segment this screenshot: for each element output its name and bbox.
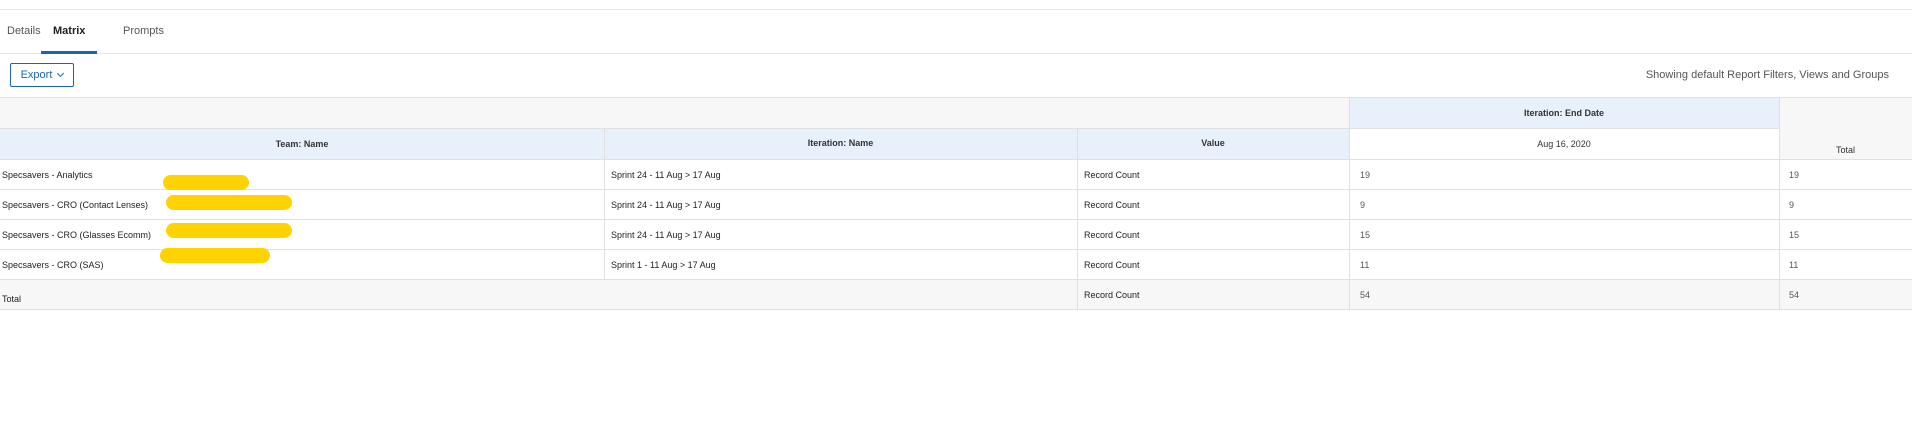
team-name-cell: Specsavers - CRO (Glasses Ecomm) — [2, 230, 152, 240]
row-total-cell: 11 — [1789, 260, 1799, 270]
redaction-scribble — [163, 175, 249, 190]
tab-bar: Details Matrix Prompts — [0, 10, 1912, 54]
iteration-name-cell: Sprint 1 - 11 Aug > 17 Aug — [611, 260, 716, 270]
iteration-name-cell: Sprint 24 - 11 Aug > 17 Aug — [611, 170, 721, 180]
tab-prompts[interactable]: Prompts — [123, 10, 164, 53]
iteration-name-cell: Sprint 24 - 11 Aug > 17 Aug — [611, 230, 721, 240]
chevron-down-icon — [57, 69, 65, 78]
date-value-cell[interactable]: 15 — [1360, 230, 1370, 240]
row-total-cell: 9 — [1789, 200, 1795, 210]
redaction-scribble — [166, 195, 292, 210]
date-value-cell[interactable]: 19 — [1360, 170, 1370, 180]
grid-line — [0, 219, 1912, 220]
grid-line — [604, 128, 605, 279]
grid-line — [0, 159, 1912, 160]
row-total-cell: 15 — [1789, 230, 1800, 240]
value-header[interactable]: Value — [1077, 138, 1349, 148]
value-cell: Record Count — [1084, 260, 1140, 270]
grid-line — [0, 249, 1912, 250]
grid-line — [0, 97, 1912, 98]
grid-line — [1349, 97, 1350, 309]
value-cell: Record Count — [1084, 170, 1140, 180]
team-name-cell: Specsavers - CRO (Contact Lenses) — [2, 200, 149, 210]
tab-details[interactable]: Details — [7, 10, 41, 53]
total-row-bg — [0, 279, 1912, 309]
grid-line — [0, 189, 1912, 190]
grid-line — [0, 309, 1912, 310]
date-value-cell[interactable]: 9 — [1360, 200, 1365, 210]
redaction-scribble — [160, 248, 270, 263]
iteration-end-date-header: Iteration: End Date — [1523, 108, 1604, 118]
date-column-header[interactable]: Aug 16, 2020 — [1349, 139, 1779, 149]
redaction-scribble — [166, 223, 292, 238]
grid-line — [1077, 128, 1078, 309]
team-name-cell: Specsavers - CRO (SAS) — [2, 260, 104, 270]
tab-matrix-label: Matrix — [53, 25, 86, 37]
grid-line — [0, 128, 1779, 129]
value-cell: Record Count — [1084, 230, 1140, 240]
total-row-label: Total — [2, 294, 22, 304]
grand-total-cell: 54 — [1789, 290, 1800, 300]
total-value-cell: Record Count — [1084, 290, 1140, 300]
date-value-cell[interactable]: 11 — [1360, 260, 1369, 270]
tab-matrix[interactable]: Matrix — [41, 10, 98, 54]
iteration-name-cell: Sprint 24 - 11 Aug > 17 Aug — [611, 200, 721, 210]
total-column-header[interactable]: Total — [1779, 145, 1912, 155]
export-button[interactable]: Export — [10, 63, 74, 87]
team-name-cell: Specsavers - Analytics — [2, 170, 93, 180]
value-cell: Record Count — [1084, 200, 1140, 210]
row-total-cell: 19 — [1789, 170, 1800, 180]
export-label: Export — [20, 69, 53, 81]
header-spacer — [0, 97, 1349, 128]
team-name-header[interactable]: Team: Name — [0, 139, 604, 149]
grid-line — [0, 279, 1912, 280]
iteration-name-header[interactable]: Iteration: Name — [604, 138, 1077, 148]
filters-note: Showing default Report Filters, Views an… — [1645, 69, 1889, 81]
total-date-value-cell[interactable]: 54 — [1360, 290, 1370, 300]
grid-line — [1779, 97, 1780, 309]
